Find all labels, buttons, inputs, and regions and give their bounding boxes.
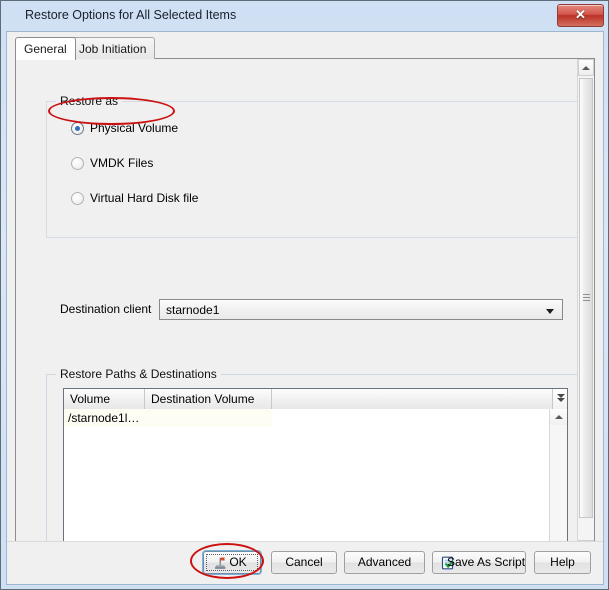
page-content: Restore as Physical Volume VMDK Files Vi… bbox=[16, 59, 584, 557]
column-header-volume[interactable]: Volume bbox=[64, 389, 145, 409]
ok-button-label: OK bbox=[229, 555, 247, 569]
scroll-up-arrow-icon[interactable] bbox=[550, 409, 567, 425]
advanced-button[interactable]: Advanced bbox=[344, 551, 425, 574]
panel-vertical-scrollbar[interactable] bbox=[577, 59, 594, 557]
tab-job-initiation[interactable]: Job Initiation bbox=[70, 37, 156, 59]
column-header-destination-volume[interactable]: Destination Volume bbox=[145, 389, 272, 409]
ok-button[interactable]: OK bbox=[203, 551, 261, 574]
close-button[interactable]: ✕ bbox=[557, 4, 604, 27]
restore-options-dialog: Restore Options for All Selected Items ✕… bbox=[0, 0, 609, 590]
radio-vmdk-files-mark bbox=[71, 157, 84, 170]
dialog-footer: OK Cancel Advanced Save As Script Help bbox=[7, 541, 603, 584]
restore-paths-group-title: Restore Paths & Destinations bbox=[56, 367, 221, 381]
tab-general[interactable]: General bbox=[15, 37, 76, 60]
tab-general-label: General bbox=[24, 42, 67, 56]
destination-client-select[interactable]: starnode1 bbox=[159, 299, 563, 320]
help-button[interactable]: Help bbox=[534, 551, 591, 574]
advanced-button-label: Advanced bbox=[357, 555, 412, 569]
restore-paths-table: Volume Destination Volume /starnode1l… bbox=[63, 388, 568, 557]
cell-volume[interactable]: /starnode1l… bbox=[64, 409, 145, 427]
cell-destination-volume[interactable] bbox=[145, 409, 272, 427]
chevron-down-icon bbox=[546, 309, 554, 314]
radio-virtual-hard-disk-file-label: Virtual Hard Disk file bbox=[90, 191, 199, 205]
double-chevron-down-icon[interactable] bbox=[552, 389, 567, 409]
restore-as-group-title: Restore as bbox=[56, 94, 123, 108]
radio-physical-volume-label: Physical Volume bbox=[90, 121, 179, 135]
table-body: /starnode1l… bbox=[64, 409, 552, 557]
column-header-filler bbox=[272, 389, 552, 409]
table-row[interactable]: /starnode1l… bbox=[64, 409, 552, 427]
save-as-script-button-label: Save As Script bbox=[447, 555, 526, 569]
window-title: Restore Options for All Selected Items bbox=[25, 8, 237, 22]
radio-physical-volume-mark bbox=[71, 122, 84, 135]
radio-vmdk-files-label: VMDK Files bbox=[90, 156, 154, 170]
radio-virtual-hard-disk-file-mark bbox=[71, 192, 84, 205]
scrollbar-thumb[interactable] bbox=[579, 78, 593, 518]
thumb-grip-icon bbox=[583, 294, 590, 302]
tab-page-general: Restore as Physical Volume VMDK Files Vi… bbox=[15, 58, 595, 558]
cancel-button[interactable]: Cancel bbox=[271, 551, 337, 574]
scroll-up-arrow-icon[interactable] bbox=[578, 59, 594, 76]
close-icon: ✕ bbox=[575, 7, 586, 22]
save-as-script-button[interactable]: Save As Script bbox=[432, 551, 526, 574]
dialog-body: General Job Initiation Restore as Physic… bbox=[6, 31, 604, 585]
help-button-label: Help bbox=[550, 555, 575, 569]
destination-client-label: Destination client bbox=[60, 302, 152, 316]
tab-strip: General Job Initiation bbox=[15, 37, 595, 60]
tab-job-initiation-label: Job Initiation bbox=[79, 42, 147, 56]
restore-as-group: Restore as Physical Volume VMDK Files Vi… bbox=[46, 94, 584, 238]
table-header-row: Volume Destination Volume bbox=[64, 389, 567, 410]
destination-client-value: starnode1 bbox=[166, 303, 220, 317]
table-vertical-scrollbar[interactable] bbox=[549, 409, 567, 557]
cancel-button-label: Cancel bbox=[285, 555, 323, 569]
title-bar: Restore Options for All Selected Items ✕ bbox=[1, 1, 608, 31]
